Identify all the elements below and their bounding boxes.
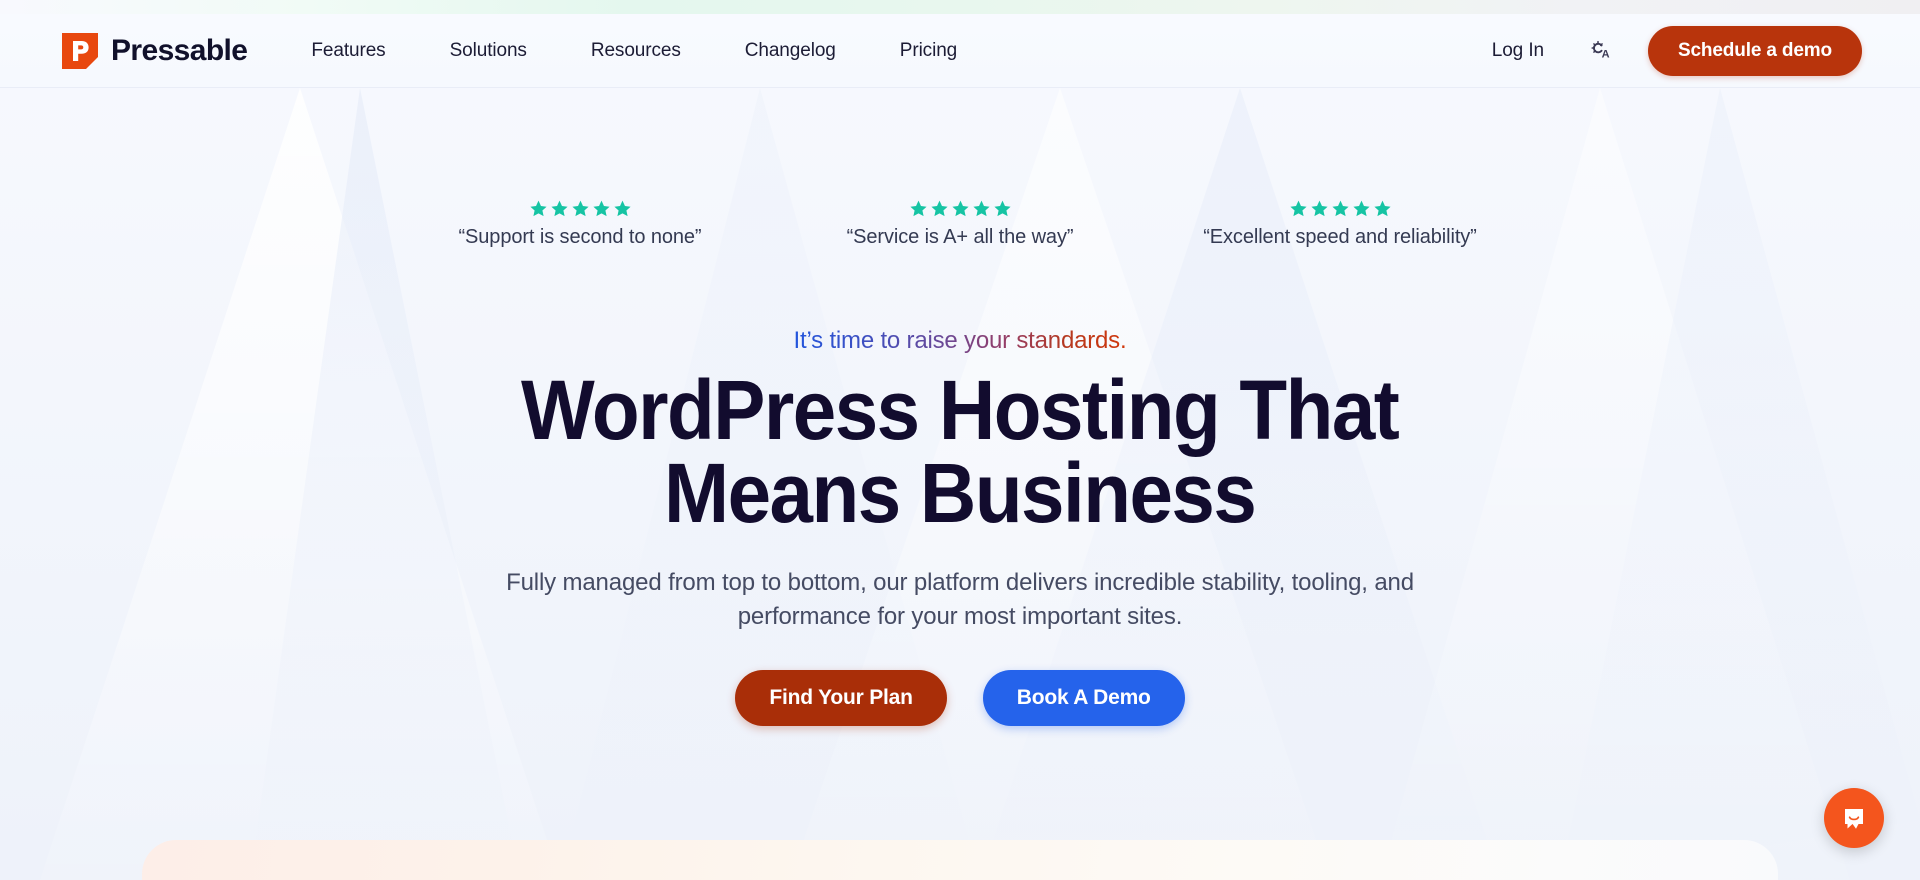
sun-accessibility-icon[interactable]: A bbox=[1582, 32, 1620, 70]
star-icon bbox=[972, 200, 990, 217]
hero-subhead: Fully managed from top to bottom, our pl… bbox=[506, 569, 1414, 631]
book-a-demo-button[interactable]: Book A Demo bbox=[982, 670, 1185, 727]
star-icon bbox=[613, 200, 631, 217]
star-rating bbox=[529, 200, 631, 217]
page-root: Pressable Features Solutions Resources C… bbox=[0, 0, 1920, 880]
login-link[interactable]: Log In bbox=[1482, 34, 1554, 68]
testimonial-2: “Service is A+ all the way” bbox=[770, 200, 1150, 249]
testimonial-quote: “Excellent speed and reliability” bbox=[1203, 226, 1477, 248]
headline-line-2: Means Business bbox=[664, 446, 1257, 541]
nav-item-features[interactable]: Features bbox=[279, 30, 417, 72]
brand-name: Pressable bbox=[111, 33, 248, 67]
star-icon bbox=[909, 200, 927, 217]
star-icon bbox=[930, 200, 948, 217]
star-icon bbox=[951, 200, 969, 217]
brand-logo-link[interactable]: Pressable bbox=[62, 32, 248, 69]
star-icon bbox=[1331, 200, 1349, 217]
schedule-demo-button[interactable]: Schedule a demo bbox=[1647, 25, 1862, 76]
testimonial-1: “Support is second to none” bbox=[390, 200, 770, 249]
site-header: Pressable Features Solutions Resources C… bbox=[0, 14, 1920, 88]
star-rating bbox=[1289, 200, 1391, 217]
nav-item-solutions[interactable]: Solutions bbox=[418, 30, 559, 72]
next-section-peek bbox=[142, 840, 1778, 880]
page-title: WordPress Hosting That Means Business bbox=[521, 368, 1400, 535]
chat-bubble-smile-icon[interactable] bbox=[1824, 788, 1884, 848]
pressable-p-logo-icon bbox=[62, 32, 98, 69]
header-actions: Log In A Schedule a demo bbox=[1482, 25, 1862, 76]
svg-text:A: A bbox=[1602, 48, 1610, 60]
find-your-plan-button[interactable]: Find Your Plan bbox=[735, 670, 947, 727]
star-icon bbox=[592, 200, 610, 217]
nav-item-changelog[interactable]: Changelog bbox=[713, 30, 868, 72]
star-icon bbox=[1310, 200, 1328, 217]
testimonials-row: “Support is second to none” “Service is … bbox=[390, 200, 1530, 249]
testimonial-3: “Excellent speed and reliability” bbox=[1150, 200, 1530, 249]
star-icon bbox=[571, 200, 589, 217]
star-icon bbox=[550, 200, 568, 217]
testimonial-quote: “Support is second to none” bbox=[458, 226, 702, 248]
star-icon bbox=[1289, 200, 1307, 217]
testimonial-quote: “Service is A+ all the way” bbox=[846, 226, 1074, 248]
nav-item-resources[interactable]: Resources bbox=[559, 30, 713, 72]
top-gradient-strip bbox=[0, 0, 1920, 14]
star-icon bbox=[529, 200, 547, 217]
primary-navigation: Features Solutions Resources Changelog P… bbox=[279, 30, 989, 72]
star-icon bbox=[1352, 200, 1370, 217]
hero-eyebrow: It’s time to raise your standards. bbox=[793, 327, 1127, 354]
nav-item-pricing[interactable]: Pricing bbox=[868, 30, 989, 72]
star-icon bbox=[1373, 200, 1391, 217]
headline-line-1: WordPress Hosting That bbox=[521, 363, 1400, 457]
hero-section: “Support is second to none” “Service is … bbox=[0, 88, 1920, 880]
hero-cta-row: Find Your Plan Book A Demo bbox=[735, 670, 1185, 727]
star-icon bbox=[993, 200, 1011, 217]
star-rating bbox=[909, 200, 1011, 217]
